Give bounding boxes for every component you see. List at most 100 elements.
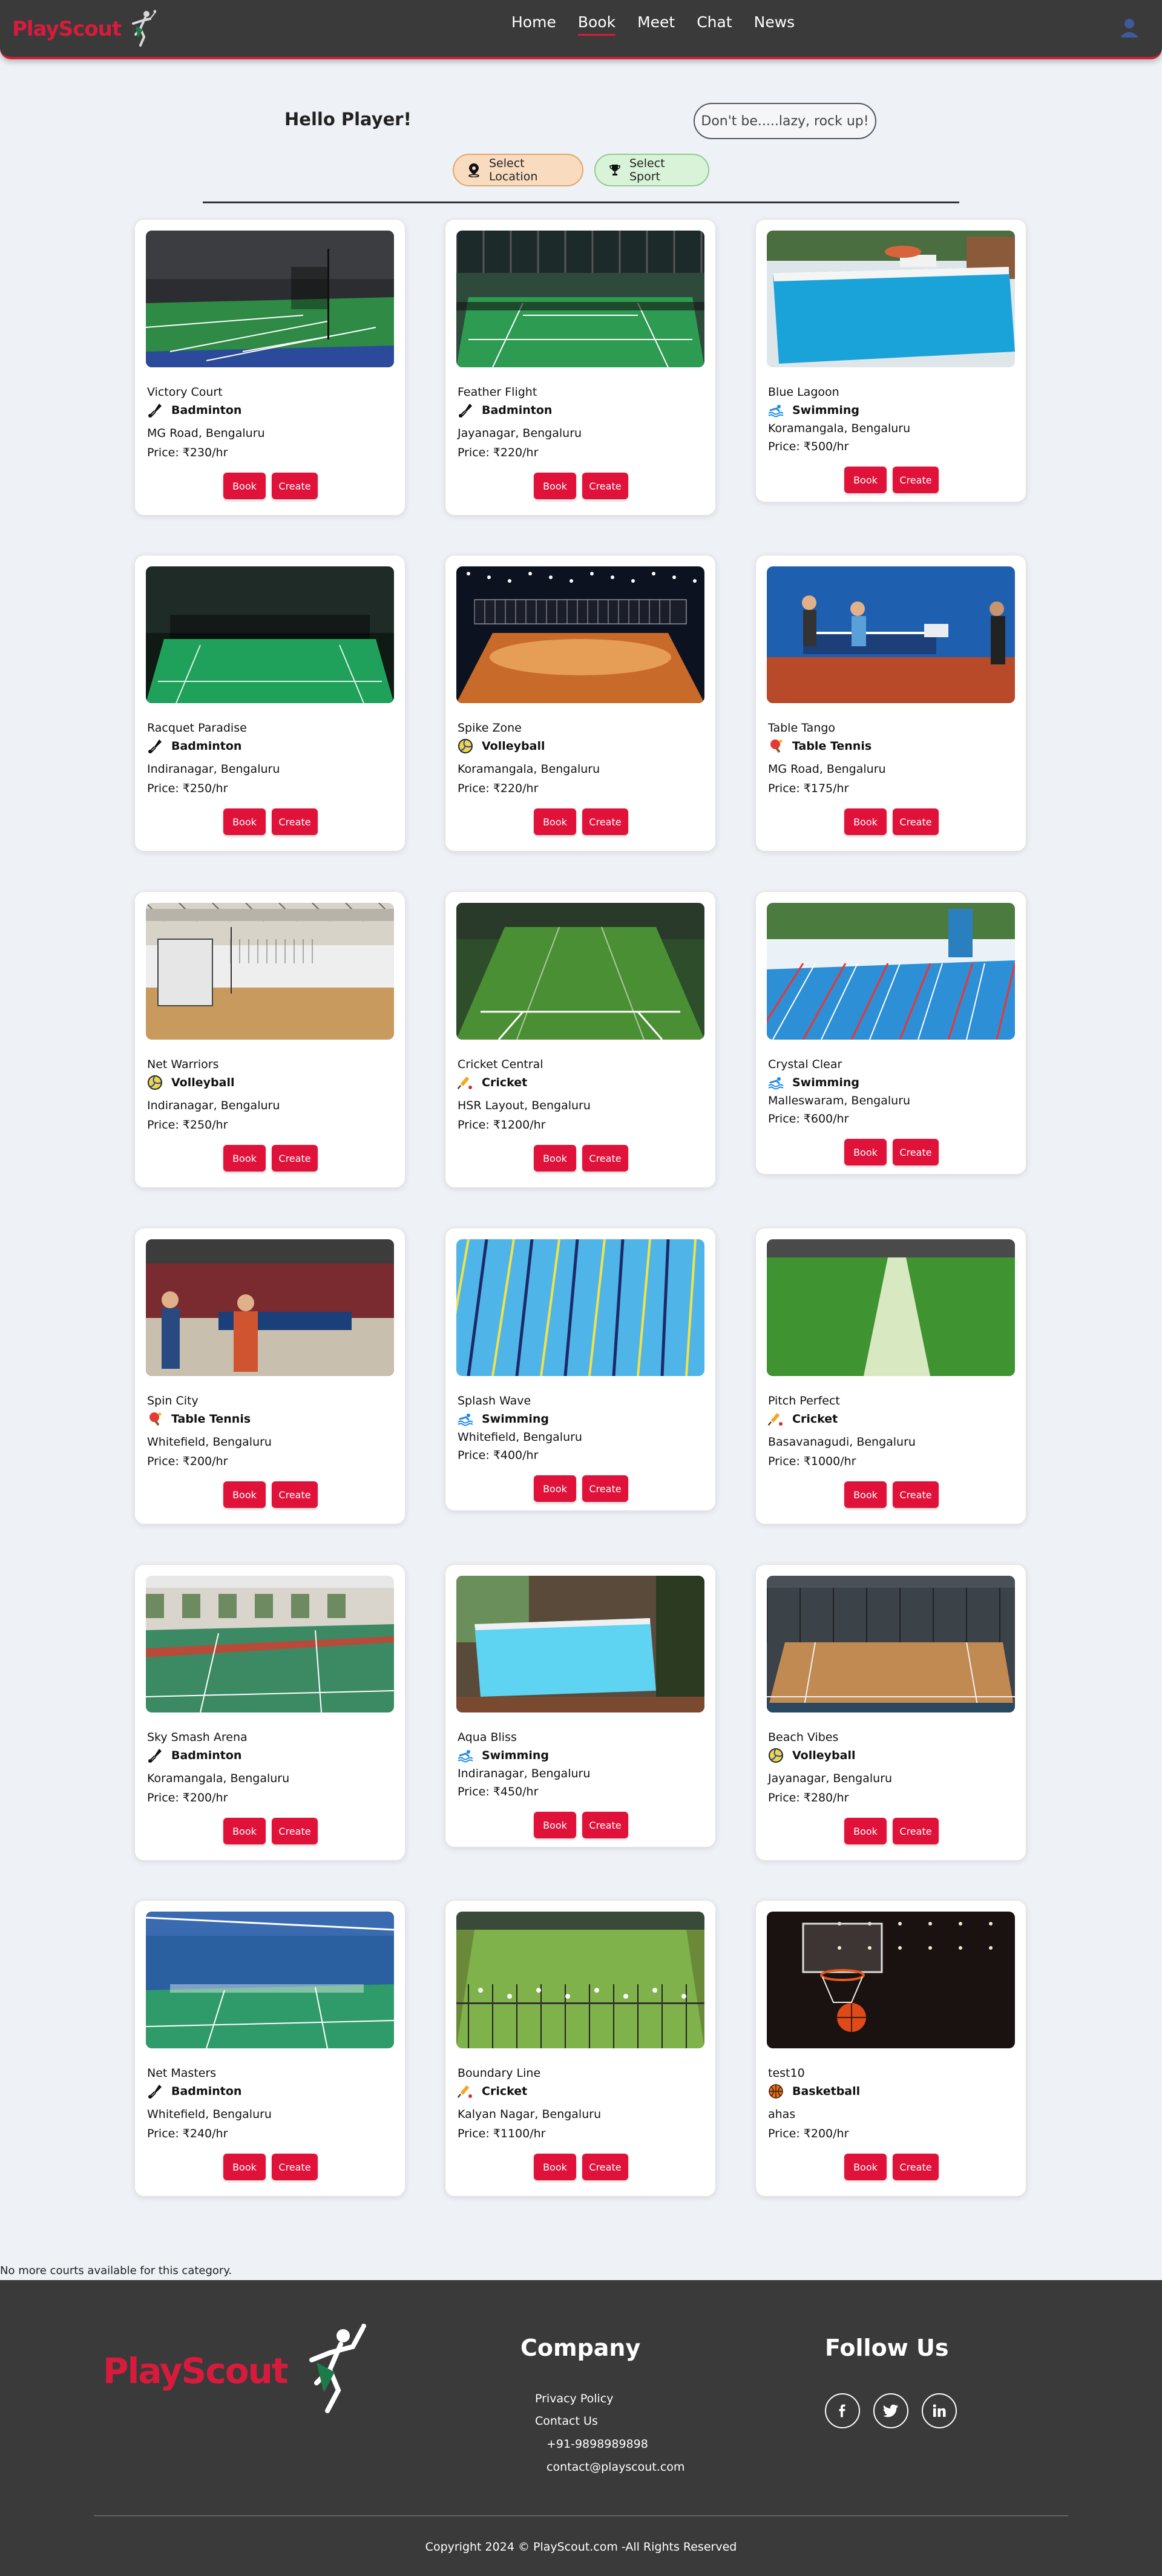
create-button[interactable]: Create bbox=[582, 1475, 628, 1502]
sport-label: Badminton bbox=[171, 739, 242, 753]
book-button[interactable]: Book bbox=[223, 808, 266, 835]
sport-label: Swimming bbox=[482, 1749, 549, 1762]
brand-logo[interactable]: PlayScout bbox=[12, 6, 157, 52]
tagline-text: Don't be.....lazy, rock up! bbox=[701, 113, 869, 129]
contact-email[interactable]: contact@playscout.com bbox=[547, 2460, 684, 2474]
court-card: Cricket Central Cricket HSR Layout, Beng… bbox=[445, 891, 716, 1188]
court-image[interactable] bbox=[146, 566, 394, 703]
sport-label: Swimming bbox=[792, 1076, 859, 1089]
select-sport-button[interactable]: Select Sport bbox=[594, 154, 709, 186]
twitter-link[interactable] bbox=[873, 2393, 908, 2428]
linkedin-link[interactable] bbox=[922, 2393, 957, 2428]
court-card: Net Warriors Volleyball Indiranagar, Ben… bbox=[134, 891, 405, 1188]
card-actions: Book Create bbox=[756, 2154, 1027, 2180]
sport-row: Table Tennis bbox=[147, 1411, 251, 1427]
create-button[interactable]: Create bbox=[272, 2154, 318, 2180]
swimmer-icon bbox=[768, 402, 784, 418]
sport-label: Volleyball bbox=[171, 1076, 235, 1089]
create-button[interactable]: Create bbox=[893, 1818, 939, 1844]
create-button[interactable]: Create bbox=[893, 1481, 939, 1508]
create-button[interactable]: Create bbox=[272, 473, 318, 499]
court-name: Sky Smash Arena bbox=[147, 1731, 248, 1744]
facebook-link[interactable] bbox=[825, 2393, 860, 2428]
court-image[interactable] bbox=[146, 1912, 394, 2048]
create-button[interactable]: Create bbox=[272, 808, 318, 835]
basketball-icon bbox=[768, 2083, 784, 2099]
court-name: Aqua Bliss bbox=[458, 1731, 517, 1744]
location-pin-icon bbox=[468, 163, 479, 177]
court-price: Price: ₹175/hr bbox=[768, 782, 849, 795]
create-button[interactable]: Create bbox=[272, 1481, 318, 1508]
book-button[interactable]: Book bbox=[223, 473, 266, 499]
nav-link-book[interactable]: Book bbox=[577, 13, 616, 36]
contact-us-link[interactable]: Contact Us bbox=[535, 2414, 598, 2428]
sport-row: Badminton bbox=[147, 1748, 241, 1763]
court-image[interactable] bbox=[456, 1239, 704, 1376]
court-card: Beach Vibes Volleyball Jayanagar, Bengal… bbox=[755, 1564, 1026, 1861]
book-button[interactable]: Book bbox=[534, 473, 576, 499]
court-image[interactable] bbox=[146, 903, 394, 1040]
create-button[interactable]: Create bbox=[272, 1818, 318, 1844]
book-button[interactable]: Book bbox=[534, 808, 576, 835]
create-button[interactable]: Create bbox=[893, 467, 939, 493]
court-image[interactable] bbox=[767, 1912, 1015, 2048]
court-image[interactable] bbox=[456, 231, 704, 367]
card-actions: Book Create bbox=[756, 1481, 1027, 1508]
create-button[interactable]: Create bbox=[893, 808, 939, 835]
create-button[interactable]: Create bbox=[582, 1145, 628, 1172]
sport-row: Badminton bbox=[147, 402, 241, 418]
select-location-button[interactable]: Select Location bbox=[453, 154, 583, 186]
court-image[interactable] bbox=[767, 1576, 1015, 1712]
book-button[interactable]: Book bbox=[534, 1145, 576, 1172]
book-button[interactable]: Book bbox=[223, 1481, 266, 1508]
book-button[interactable]: Book bbox=[534, 2154, 576, 2180]
card-actions: Book Create bbox=[135, 473, 406, 499]
create-button[interactable]: Create bbox=[272, 1145, 318, 1172]
court-image[interactable] bbox=[456, 566, 704, 703]
book-button[interactable]: Book bbox=[223, 2154, 266, 2180]
court-image[interactable] bbox=[456, 1576, 704, 1712]
court-card: Feather Flight Badminton Jayanagar, Beng… bbox=[445, 219, 716, 516]
book-button[interactable]: Book bbox=[844, 1818, 887, 1844]
court-price: Price: ₹500/hr bbox=[768, 440, 849, 453]
court-location: Jayanagar, Bengaluru bbox=[458, 427, 582, 440]
avatar[interactable] bbox=[1117, 15, 1142, 40]
court-image[interactable] bbox=[767, 566, 1015, 703]
privacy-policy-link[interactable]: Privacy Policy bbox=[535, 2392, 613, 2405]
court-image[interactable] bbox=[456, 903, 704, 1040]
nav-link-news[interactable]: News bbox=[754, 13, 795, 36]
create-button[interactable]: Create bbox=[582, 808, 628, 835]
book-button[interactable]: Book bbox=[534, 1475, 576, 1502]
court-price: Price: ₹250/hr bbox=[147, 1118, 228, 1132]
linkedin-icon bbox=[933, 2404, 946, 2417]
create-button[interactable]: Create bbox=[893, 1139, 939, 1165]
court-image[interactable] bbox=[456, 1912, 704, 2048]
create-button[interactable]: Create bbox=[582, 2154, 628, 2180]
sport-row: Swimming bbox=[458, 1748, 549, 1763]
book-button[interactable]: Book bbox=[844, 467, 887, 493]
footer: PlayScout Company Privacy Policy Contact… bbox=[0, 2280, 1162, 2576]
court-image[interactable] bbox=[767, 1239, 1015, 1376]
book-button[interactable]: Book bbox=[844, 1139, 887, 1165]
nav-link-meet[interactable]: Meet bbox=[637, 13, 675, 36]
cricket-bat-icon bbox=[458, 1075, 473, 1090]
book-button[interactable]: Book bbox=[223, 1818, 266, 1844]
create-button[interactable]: Create bbox=[582, 473, 628, 499]
book-button[interactable]: Book bbox=[844, 808, 887, 835]
book-button[interactable]: Book bbox=[844, 2154, 887, 2180]
court-image[interactable] bbox=[146, 1239, 394, 1376]
nav-link-home[interactable]: Home bbox=[511, 13, 556, 36]
court-image[interactable] bbox=[767, 231, 1015, 367]
create-button[interactable]: Create bbox=[893, 2154, 939, 2180]
card-actions: Book Create bbox=[445, 1812, 717, 1838]
court-name: Beach Vibes bbox=[768, 1731, 839, 1744]
create-button[interactable]: Create bbox=[582, 1812, 628, 1838]
book-button[interactable]: Book bbox=[534, 1812, 576, 1838]
nav-link-chat[interactable]: Chat bbox=[697, 13, 732, 36]
book-button[interactable]: Book bbox=[223, 1145, 266, 1172]
book-button[interactable]: Book bbox=[844, 1481, 887, 1508]
court-image[interactable] bbox=[146, 231, 394, 367]
court-image[interactable] bbox=[146, 1576, 394, 1712]
court-image[interactable] bbox=[767, 903, 1015, 1040]
court-location: Indiranagar, Bengaluru bbox=[458, 1767, 591, 1780]
